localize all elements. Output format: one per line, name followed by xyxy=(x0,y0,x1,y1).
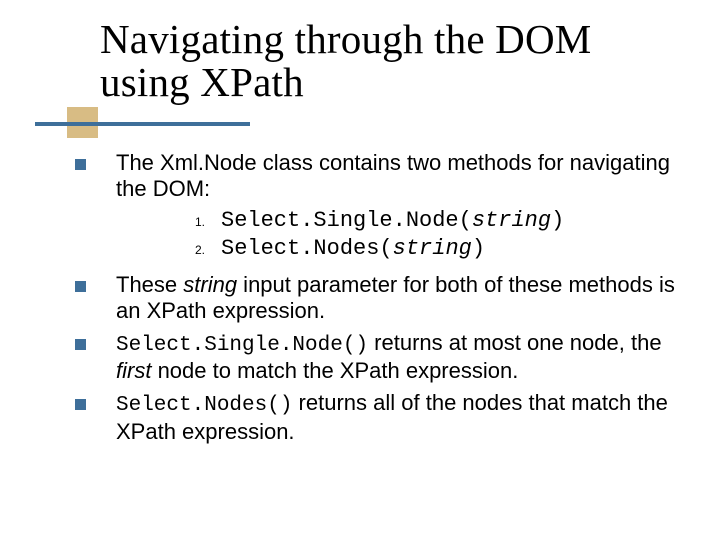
slide-body: The Xml.Node class contains two methods … xyxy=(75,150,675,451)
title-accent-rule xyxy=(35,122,250,126)
code-text: Select.Nodes() xyxy=(116,394,292,417)
slide: Navigating through the DOM using XPath T… xyxy=(0,0,720,540)
bullet-icon xyxy=(75,339,86,350)
bullet-text: The Xml.Node class contains two methods … xyxy=(116,150,675,202)
bullet-item: Select.Nodes() returns all of the nodes … xyxy=(75,390,675,445)
bullet-text: These string input parameter for both of… xyxy=(116,272,675,324)
slide-title: Navigating through the DOM using XPath xyxy=(100,18,660,104)
bullet-item: The Xml.Node class contains two methods … xyxy=(75,150,675,202)
bullet-icon xyxy=(75,399,86,410)
code-text: Select.Nodes( xyxy=(221,236,393,261)
sublist-number: 1. xyxy=(195,215,221,229)
text-run: node to match the XPath expression. xyxy=(151,358,518,383)
sublist-text: Select.Nodes(string) xyxy=(221,236,485,262)
sublist-text: Select.Single.Node(string) xyxy=(221,208,564,234)
numbered-sublist: 1. Select.Single.Node(string) 2. Select.… xyxy=(195,208,675,262)
sublist-item: 1. Select.Single.Node(string) xyxy=(195,208,675,234)
code-param: string xyxy=(393,236,472,261)
bullet-item: These string input parameter for both of… xyxy=(75,272,675,324)
bullet-item: Select.Single.Node() returns at most one… xyxy=(75,330,675,385)
italic-text: string xyxy=(183,272,237,297)
code-text: ) xyxy=(551,208,564,233)
bullet-icon xyxy=(75,281,86,292)
sublist-item: 2. Select.Nodes(string) xyxy=(195,236,675,262)
bullet-text: Select.Nodes() returns all of the nodes … xyxy=(116,390,675,445)
code-text: ) xyxy=(472,236,485,261)
code-param: string xyxy=(472,208,551,233)
title-block: Navigating through the DOM using XPath xyxy=(100,18,660,104)
sublist-number: 2. xyxy=(195,243,221,257)
text-run: returns at most one node, the xyxy=(368,330,662,355)
code-text: Select.Single.Node( xyxy=(221,208,472,233)
bullet-text: Select.Single.Node() returns at most one… xyxy=(116,330,675,385)
code-text: Select.Single.Node() xyxy=(116,334,368,357)
text-run: These xyxy=(116,272,183,297)
italic-text: first xyxy=(116,358,151,383)
bullet-icon xyxy=(75,159,86,170)
